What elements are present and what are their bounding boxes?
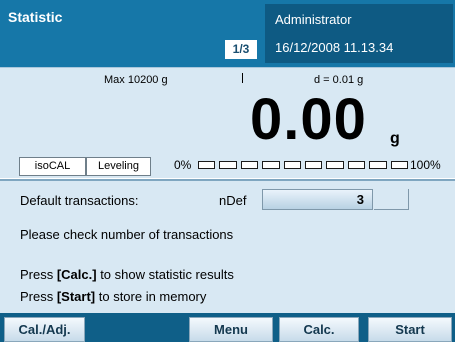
hint-calc-suffix: to show statistic results [96,267,234,282]
hint-start: Press [Start] to store in memory [20,289,206,304]
max-capacity-label: Max 10200 g [104,74,168,86]
hint-calc-key: [Calc.] [56,267,97,282]
date-time: 16/12/2008 11.13.34 [275,40,394,55]
input-frame [374,189,409,210]
transactions-input[interactable]: 3 [262,189,373,210]
title-bar: Statistic 1/3 Administrator 16/12/2008 1… [0,0,455,67]
capacity-bar-segment [305,161,323,169]
weight-unit: g [390,130,400,147]
capacity-bar-segment [369,161,387,169]
capacity-bar-segment [219,161,237,169]
start-button[interactable]: Start [368,317,452,342]
capacity-bar-segment [390,161,409,169]
main-panel: Default transactions: nDef 3 Please chec… [0,179,455,313]
default-transactions-label: Default transactions: [20,193,139,208]
bar-start-label: 0% [174,158,192,172]
weight-value: 0.00 [250,87,367,152]
capacity-bar-segment [326,161,344,169]
capacity-bar-segment [262,161,280,169]
hint-start-suffix: to store in memory [95,289,207,304]
menu-button[interactable]: Menu [189,317,273,342]
range-tick-mark [242,73,243,83]
leveling-indicator: Leveling [86,157,151,176]
weighing-display: Max 10200 g d = 0.01 g 0.00 g isoCAL Lev… [0,67,455,178]
user-info-panel: Administrator 16/12/2008 11.13.34 [265,4,453,63]
bar-end-label: 100% [410,158,441,172]
isocal-indicator: isoCAL [19,157,86,176]
page-indicator: 1/3 [225,40,257,59]
capacity-bar-segment [240,161,259,169]
readability-label: d = 0.01 g [314,74,364,86]
hint-calc: Press [Calc.] to show statistic results [20,267,234,282]
field-code: nDef [219,193,247,208]
hint-start-prefix: Press [20,289,57,304]
capacity-bar-segment [198,161,216,169]
cal-adj-button[interactable]: Cal./Adj. [4,317,85,342]
softkey-bar: Cal./Adj. Menu Calc. Start [0,313,455,342]
hint-calc-prefix: Press [20,267,57,282]
capacity-bar-segment [283,161,302,169]
calc-button[interactable]: Calc. [279,317,359,342]
capacity-bar [198,161,409,171]
capacity-bar-segment [347,161,366,169]
info-message: Please check number of transactions [20,227,234,242]
hint-start-key: [Start] [56,289,96,304]
user-name: Administrator [275,12,352,27]
app-title: Statistic [8,9,63,25]
